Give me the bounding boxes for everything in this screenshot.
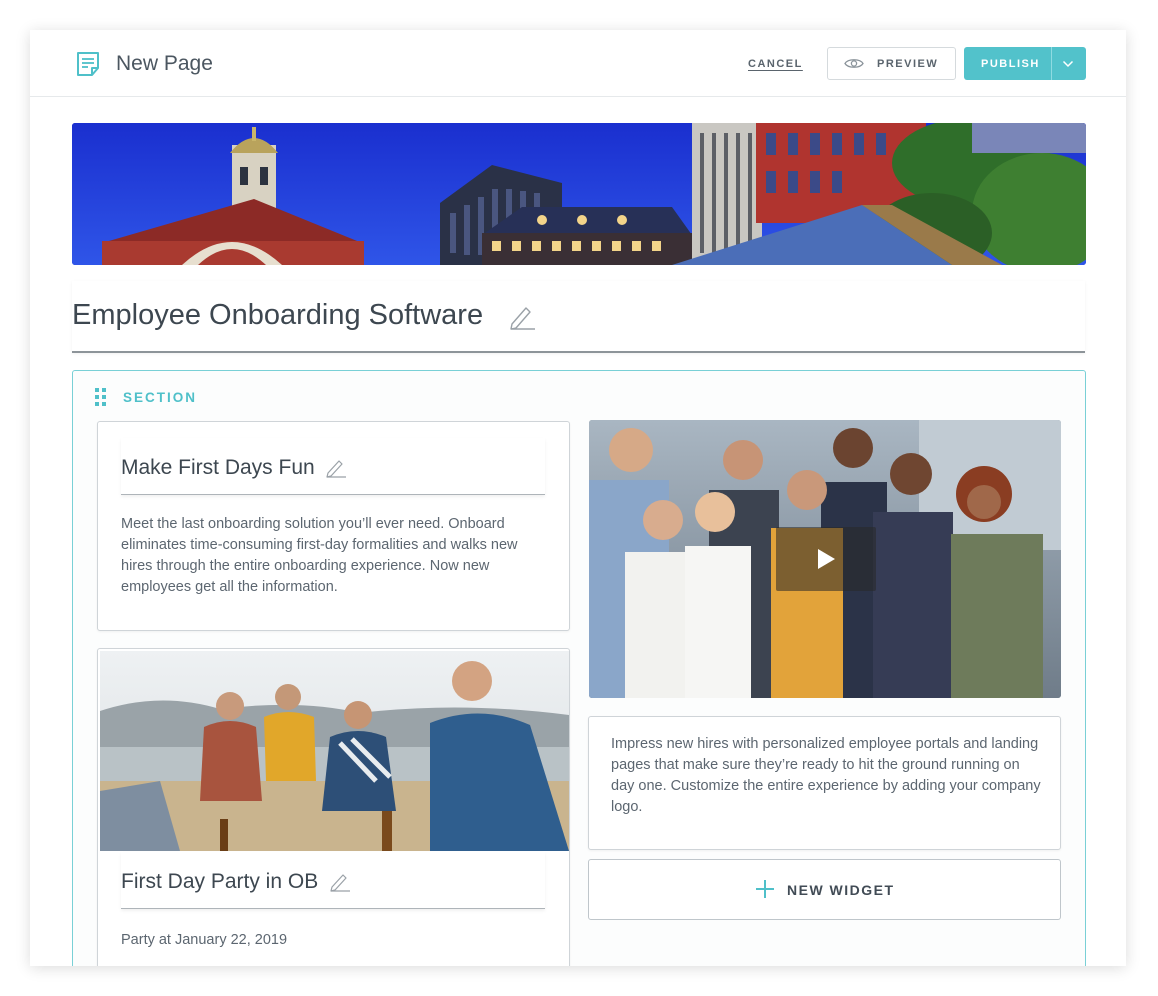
card-heading: Make First Days Fun <box>121 456 315 479</box>
card-heading: First Day Party in OB <box>121 870 319 893</box>
event-widget-card[interactable]: First Day Party in OB Party at January 2… <box>97 648 570 966</box>
page-title-field[interactable]: Employee Onboarding Software <box>72 281 1085 353</box>
new-widget-label: NEW WIDGET <box>787 882 895 898</box>
content-section[interactable]: SECTION Make First Days Fun Meet the las… <box>72 370 1086 966</box>
card-body: Meet the last onboarding solution you’ll… <box>121 514 517 598</box>
card-body-line: employees get all the information. <box>121 579 338 595</box>
card-body-line: hires through the entire onboarding expe… <box>121 558 490 574</box>
card-body-line: Meet the last onboarding solution you’ll… <box>121 516 505 532</box>
card-body-line: logo. <box>611 799 643 815</box>
cancel-button[interactable]: CANCEL <box>748 58 803 70</box>
page-icon <box>77 52 99 76</box>
drag-handle-icon[interactable] <box>95 388 107 406</box>
text-widget-card[interactable]: Make First Days Fun Meet the last onboar… <box>97 421 570 631</box>
pencil-icon[interactable] <box>508 304 536 330</box>
text-widget-card[interactable]: Impress new hires with personalized empl… <box>588 716 1061 850</box>
city-skyline-illustration <box>72 123 1086 265</box>
preview-button[interactable]: PREVIEW <box>827 47 956 80</box>
event-date-text: Party at January 22, 2019 <box>121 932 288 948</box>
pencil-icon[interactable] <box>329 872 351 892</box>
party-photo[interactable] <box>100 651 569 851</box>
chevron-down-icon[interactable] <box>1062 59 1074 68</box>
card-heading-field[interactable]: Make First Days Fun <box>121 438 545 495</box>
card-body-line: day one. Customize the entire experience… <box>611 778 1041 794</box>
play-icon <box>818 549 835 569</box>
pencil-icon[interactable] <box>325 458 347 478</box>
publish-divider <box>1051 47 1052 80</box>
plus-icon <box>756 880 774 898</box>
card-body-line: eliminates time-consuming first-day form… <box>121 537 518 553</box>
card-body-line: Impress new hires with personalized empl… <box>611 736 1039 752</box>
card-body-line: pages that make sure they’re ready to hi… <box>611 757 1020 773</box>
publish-button[interactable]: PUBLISH <box>964 47 1086 80</box>
new-widget-button[interactable]: NEW WIDGET <box>588 859 1061 920</box>
section-label: SECTION <box>123 390 198 405</box>
video-widget[interactable] <box>589 420 1061 698</box>
party-photo-illustration <box>100 651 569 851</box>
page-heading: Employee Onboarding Software <box>72 299 484 331</box>
card-body: Impress new hires with personalized empl… <box>611 734 1041 818</box>
eye-icon <box>844 59 864 68</box>
card-heading-field[interactable]: First Day Party in OB <box>121 852 545 909</box>
preview-label: PREVIEW <box>877 58 939 70</box>
banner-image[interactable] <box>72 123 1086 265</box>
page-title: New Page <box>116 52 213 75</box>
publish-label: PUBLISH <box>981 58 1040 70</box>
editor-header: New Page CANCEL PREVIEW PUBLISH <box>30 30 1126 97</box>
play-button[interactable] <box>776 527 876 591</box>
page-editor-window: New Page CANCEL PREVIEW PUBLISH Employee… <box>30 30 1126 966</box>
